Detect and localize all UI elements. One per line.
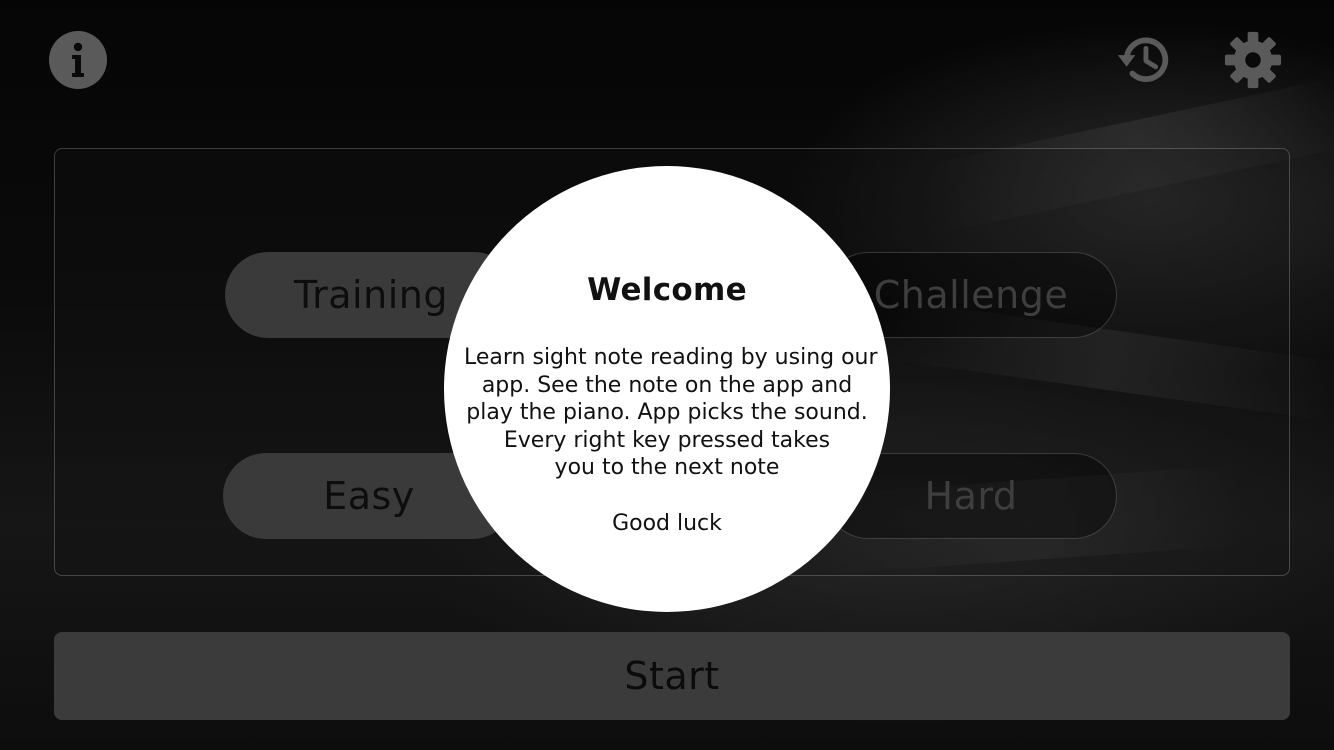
welcome-message-line: Every right key pressed takes bbox=[503, 427, 831, 453]
welcome-footer: Good luck bbox=[612, 511, 722, 536]
gear-icon bbox=[1224, 31, 1282, 89]
mode-challenge-label: Challenge bbox=[873, 273, 1069, 317]
welcome-message: Learn sight note reading by using our ap… bbox=[464, 344, 878, 482]
start-button[interactable]: Start bbox=[54, 632, 1290, 720]
welcome-dialog[interactable]: Welcome Learn sight note reading by usin… bbox=[444, 166, 890, 612]
mode-training-label: Training bbox=[294, 273, 448, 317]
info-button[interactable] bbox=[48, 30, 108, 90]
welcome-title: Welcome bbox=[587, 272, 747, 308]
level-hard-label: Hard bbox=[924, 474, 1018, 518]
history-icon bbox=[1117, 37, 1169, 82]
app-screen: Training Challenge Easy Hard Start Welco… bbox=[0, 0, 1334, 750]
info-icon bbox=[49, 31, 107, 89]
welcome-message-line: you to the next note bbox=[554, 455, 780, 481]
welcome-message-line: Learn sight note reading by using our bbox=[464, 345, 878, 370]
start-label: Start bbox=[624, 654, 720, 698]
level-easy-label: Easy bbox=[323, 474, 415, 518]
welcome-message-line: play the piano. App picks the sound. bbox=[466, 400, 868, 426]
history-button[interactable] bbox=[1115, 30, 1175, 90]
settings-button[interactable] bbox=[1223, 30, 1283, 90]
welcome-message-line: app. See the note on the app and bbox=[481, 372, 853, 398]
